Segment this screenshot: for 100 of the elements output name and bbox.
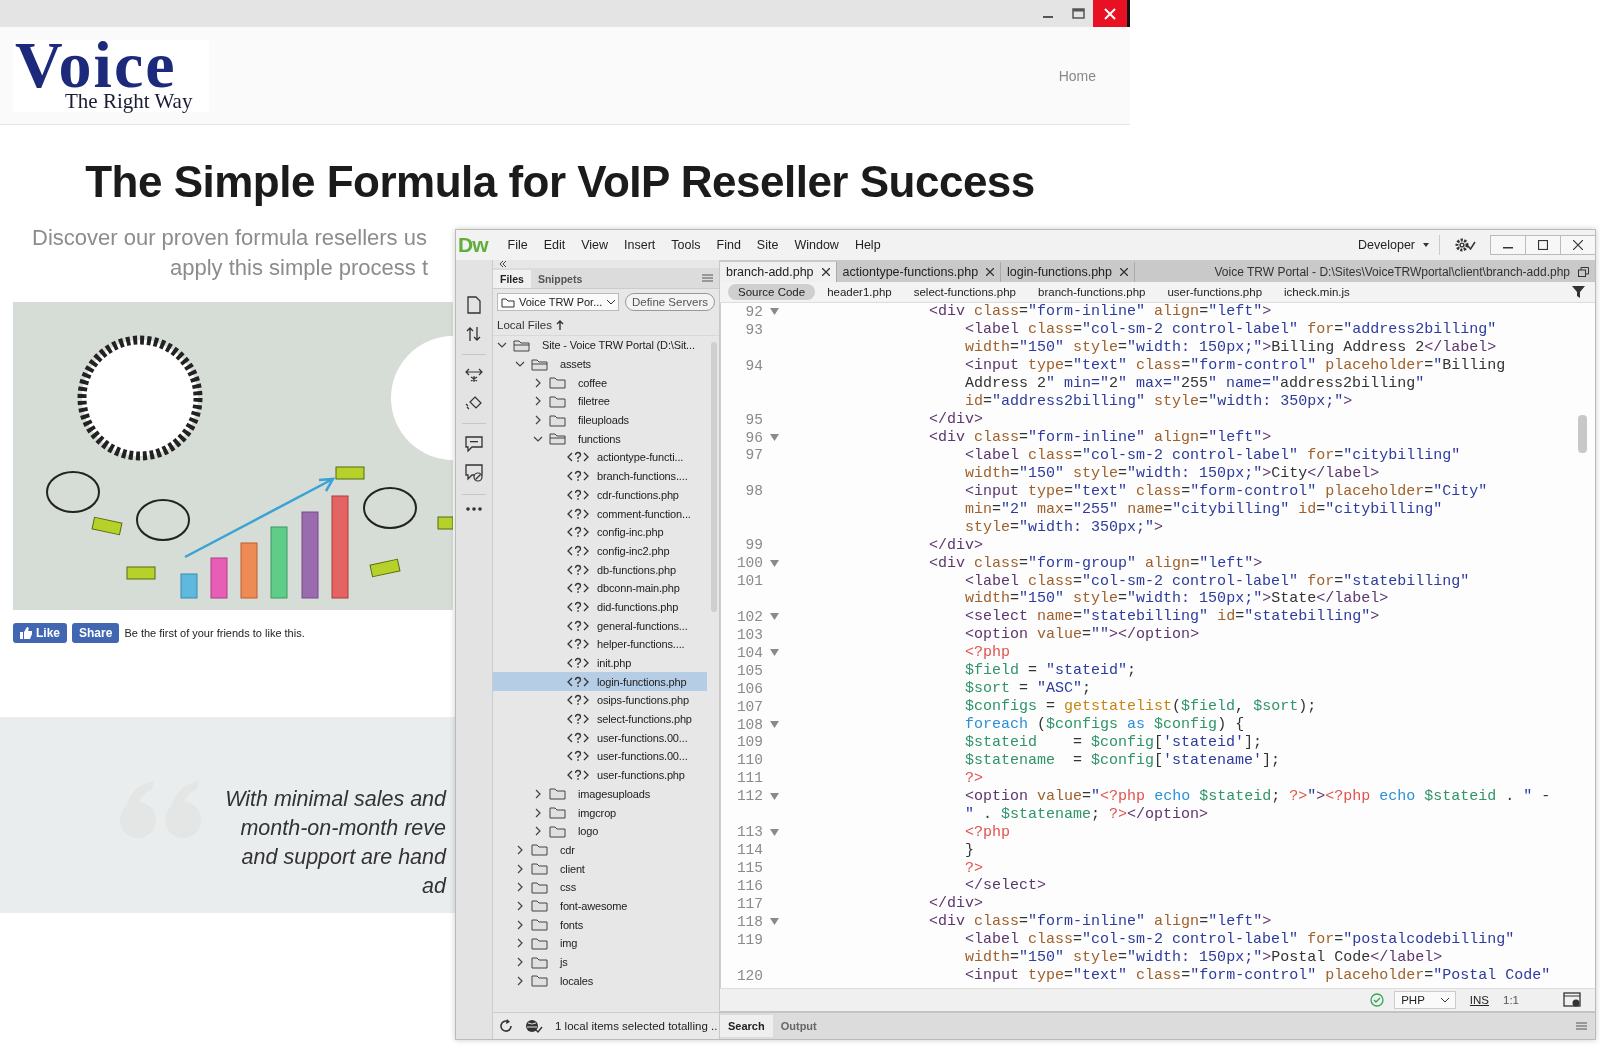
fold-icon[interactable] [769, 649, 779, 657]
tree-row[interactable]: fonts [493, 915, 707, 934]
file-name[interactable]: branch-functions.... [597, 470, 688, 483]
folder-name[interactable]: locales [560, 974, 594, 987]
refresh-icon[interactable] [499, 1019, 513, 1033]
tree-row[interactable]: fileuploads [493, 410, 707, 430]
folder-name[interactable]: img [560, 937, 578, 950]
sort-up-icon[interactable] [555, 320, 564, 330]
chevron-right-icon[interactable] [533, 396, 543, 407]
file-name[interactable]: did-functions.php [597, 600, 679, 613]
file-name[interactable]: osips-functions.php [597, 694, 689, 707]
tree-row[interactable]: locales [493, 971, 707, 991]
scrollbar-thumb[interactable] [1578, 415, 1587, 453]
tree-row[interactable]: init.php [493, 653, 707, 673]
file-name[interactable]: init.php [597, 657, 632, 670]
menu-item[interactable]: View [573, 238, 617, 252]
fold-icon[interactable] [769, 308, 779, 316]
chevron-right-icon[interactable] [533, 415, 543, 426]
file-name[interactable]: comment-function... [597, 507, 691, 520]
tree-row[interactable]: imagesuploads [493, 784, 707, 804]
folder-name[interactable]: coffee [578, 376, 607, 389]
language-dropdown[interactable]: PHP [1394, 991, 1456, 1009]
chevron-right-icon[interactable] [515, 975, 525, 986]
live-preview-icon[interactable] [1563, 992, 1583, 1008]
menu-item[interactable]: Help [846, 238, 889, 252]
file-name[interactable]: general-functions... [597, 619, 688, 632]
folder-name[interactable]: client [560, 862, 585, 875]
chevron-right-icon[interactable] [533, 807, 543, 818]
chevron-right-icon[interactable] [515, 919, 525, 930]
folder-name[interactable]: cdr [560, 843, 575, 856]
share-button[interactable]: Share [72, 623, 120, 643]
chevron-right-icon[interactable] [515, 938, 525, 949]
file-name[interactable]: user-functions.00... [597, 731, 688, 744]
tree-row[interactable]: assets [493, 354, 707, 374]
panel-tab[interactable]: Snippets [530, 270, 590, 288]
folder-name[interactable]: assets [560, 358, 591, 371]
folder-name[interactable]: css [560, 881, 577, 894]
remove-comment-icon[interactable] [465, 464, 483, 482]
file-name[interactable]: select-functions.php [597, 713, 692, 726]
folder-name[interactable]: js [560, 956, 568, 969]
close-icon[interactable] [1560, 235, 1596, 255]
menu-item[interactable]: Tools [663, 238, 709, 252]
tree-row[interactable]: db-functions.php [493, 560, 707, 579]
folder-name[interactable]: fonts [560, 918, 584, 931]
close-icon[interactable] [1120, 268, 1129, 276]
panel-tab[interactable]: Output [772, 1015, 825, 1037]
fold-icon[interactable] [769, 434, 779, 442]
tree-row[interactable]: comment-function... [493, 504, 707, 523]
menu-item[interactable]: File [499, 238, 536, 252]
chevron-right-icon[interactable] [515, 844, 525, 855]
file-name[interactable]: user-functions.php [597, 769, 685, 782]
document-tab[interactable]: branch-add.php [720, 262, 837, 282]
selected-tree-row[interactable]: login-functions.php [493, 672, 707, 692]
tree-row[interactable]: actiontype-functi... [493, 448, 707, 467]
site-dropdown[interactable]: Voice TRW Por... [497, 293, 619, 311]
folder-name[interactable]: fileuploads [578, 414, 629, 427]
filter-icon[interactable] [1572, 286, 1585, 298]
fold-icon[interactable] [769, 559, 779, 567]
panel-tab[interactable]: Files [493, 270, 531, 288]
tree-row[interactable]: cdr [493, 840, 707, 860]
tree-row[interactable]: js [493, 952, 707, 972]
panel-tab[interactable]: Search [720, 1015, 773, 1037]
related-file-tab[interactable]: header1.php [817, 284, 902, 300]
tree-row[interactable]: client [493, 859, 707, 878]
file-name[interactable]: db-functions.php [597, 563, 676, 576]
fold-icon[interactable] [769, 828, 779, 836]
close-icon[interactable] [986, 268, 995, 276]
column-header[interactable]: Local Files [497, 319, 552, 331]
related-file-tab[interactable]: select-functions.php [903, 284, 1026, 300]
like-button[interactable]: Like [13, 623, 67, 643]
more-icon[interactable] [466, 507, 482, 511]
tree-row[interactable]: coffee [493, 373, 707, 393]
workspace-dropdown[interactable]: Developer [1348, 235, 1440, 255]
file-name[interactable]: login-functions.php [597, 675, 687, 688]
comment-icon[interactable] [465, 436, 483, 452]
maximize-icon[interactable] [1525, 235, 1561, 255]
file-name[interactable]: cdr-functions.php [597, 488, 679, 501]
tree-row[interactable]: cdr-functions.php [493, 485, 707, 505]
related-file-tab[interactable]: Source Code [728, 284, 816, 300]
folder-name[interactable]: Site - Voice TRW Portal (D:\Sit... [542, 339, 695, 352]
tree-row[interactable]: user-functions.00... [493, 747, 707, 766]
insert-mode[interactable]: INS [1465, 994, 1493, 1006]
chevron-right-icon[interactable] [515, 957, 525, 968]
chevron-right-icon[interactable] [533, 377, 543, 388]
tree-row[interactable]: config-inc.php [493, 522, 707, 542]
chevron-right-icon[interactable] [515, 882, 525, 893]
tree-row[interactable]: img [493, 934, 707, 953]
folder-name[interactable]: font-awesome [560, 899, 628, 912]
tree-row[interactable]: user-functions.php [493, 765, 707, 785]
restore-icon[interactable] [1578, 267, 1589, 277]
folder-name[interactable]: imgcrop [578, 806, 617, 819]
file-name[interactable]: helper-functions.... [597, 638, 685, 651]
chevron-right-icon[interactable] [533, 826, 543, 837]
folder-name[interactable]: filetree [578, 395, 610, 408]
tree-row[interactable]: branch-functions.... [493, 466, 707, 486]
file-name[interactable]: actiontype-functi... [597, 451, 684, 464]
tree-row[interactable]: dbconn-main.php [493, 578, 707, 598]
file-name[interactable]: config-inc2.php [597, 544, 670, 557]
file-name[interactable]: config-inc.php [597, 526, 664, 539]
tree-row[interactable]: config-inc2.php [493, 541, 707, 561]
